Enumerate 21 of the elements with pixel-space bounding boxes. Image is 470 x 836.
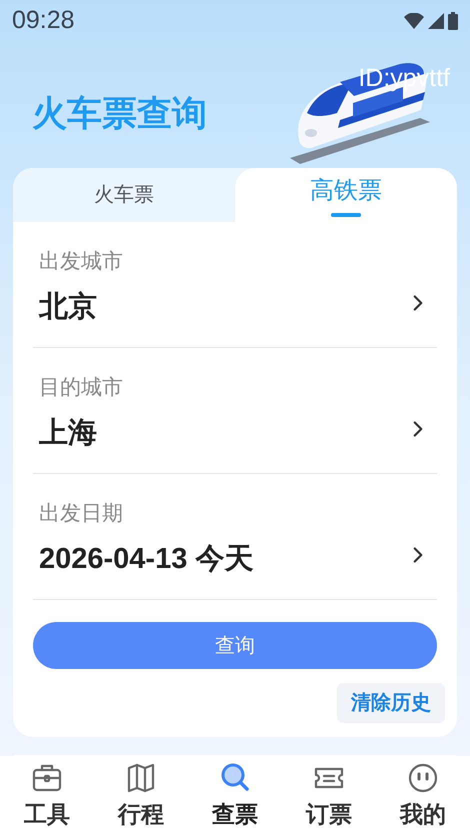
field-label: 出发日期 (39, 501, 124, 527)
nav-tab[interactable]: 行程 (94, 756, 188, 836)
field-label: 出发城市 (39, 249, 123, 275)
nav-tab[interactable]: 工具 (0, 756, 94, 836)
nav-tab[interactable]: 查票 (188, 756, 282, 836)
field-row[interactable]: 出发城市 北京 (33, 222, 437, 348)
field-value: 上海 (39, 416, 98, 450)
nav-tab[interactable]: 订票 (282, 756, 376, 836)
field-value: 北京 (39, 290, 98, 324)
signal-icon (428, 13, 444, 29)
field-value: 2026-04-13 今天 (39, 542, 254, 576)
battery-icon (448, 12, 458, 30)
tab[interactable]: 火车票 (13, 168, 235, 222)
field-row[interactable]: 目的城市 上海 (33, 348, 437, 474)
tab-indicator (331, 213, 361, 217)
status-time: 09:28 (12, 5, 75, 36)
wifi-icon (404, 13, 424, 29)
nav-tab[interactable]: 我的 (376, 756, 470, 836)
field-row[interactable]: 出发日期 2026-04-13 今天 (33, 474, 437, 600)
field-label: 目的城市 (39, 375, 123, 401)
page-title: 火车票查询 (32, 92, 207, 134)
